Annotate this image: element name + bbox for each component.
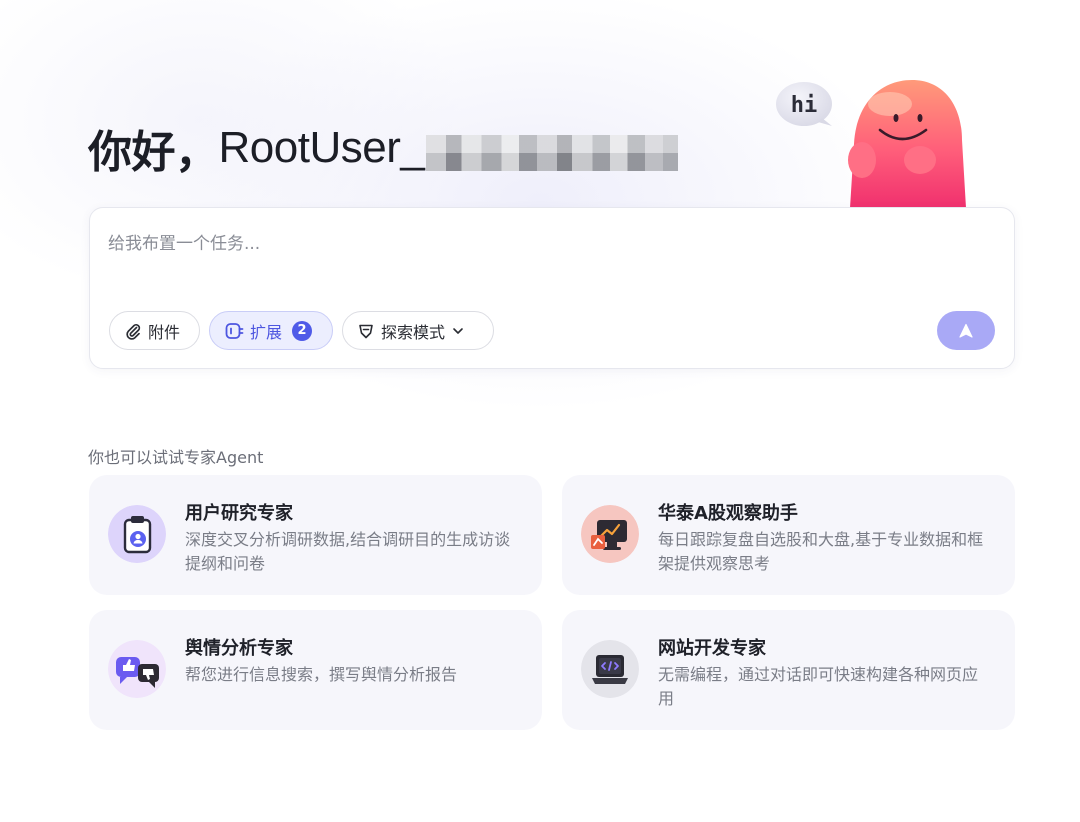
stock-monitor-icon xyxy=(581,505,639,563)
experts-section-title: 你也可以试试专家Agent xyxy=(88,448,264,467)
attach-button[interactable]: 附件 xyxy=(109,311,200,350)
username-redaction xyxy=(426,135,679,171)
send-arrow-icon xyxy=(959,323,973,338)
hi-bubble-text: hi xyxy=(791,93,818,118)
expert-card-user-research[interactable]: 用户研究专家 深度交叉分析调研数据,结合调研目的生成访谈提纲和问卷 xyxy=(89,475,542,595)
extend-count-badge: 2 xyxy=(292,320,313,341)
code-laptop-icon xyxy=(581,640,639,698)
greeting-hello: 你好， xyxy=(88,127,219,178)
thumbs-chat-icon xyxy=(108,640,166,698)
expert-card-a-share-assistant[interactable]: 华泰A股观察助手 每日跟踪复盘自选股和大盘,基于专业数据和框架提供观察思考 xyxy=(562,475,1015,595)
greeting-title: 你好， RootUser_ xyxy=(88,116,679,180)
expert-description: 无需编程，通过对话即可快速构建各种网页应用 xyxy=(658,665,979,708)
paperclip-icon xyxy=(126,323,141,340)
expert-card-sentiment-analysis[interactable]: 舆情分析专家 帮您进行信息搜索，撰写舆情分析报告 xyxy=(89,610,542,730)
expert-name: 舆情分析专家 xyxy=(185,638,293,659)
explore-mode-label: 探索模式 xyxy=(381,322,446,342)
clipboard-user-icon xyxy=(108,505,166,563)
compass-shield-icon xyxy=(359,324,373,338)
expert-card-web-development[interactable]: 网站开发专家 无需编程，通过对话即可快速构建各种网页应用 xyxy=(562,610,1015,730)
expert-description: 每日跟踪复盘自选股和大盘,基于专业数据和框架提供观察思考 xyxy=(658,530,984,573)
extend-label: 扩展 xyxy=(250,322,283,342)
attach-label: 附件 xyxy=(148,322,181,342)
task-input[interactable] xyxy=(108,230,968,258)
explore-mode-dropdown[interactable]: 探索模式 xyxy=(342,311,494,350)
task-composer: 附件 扩展 2 探索模式 xyxy=(89,207,1015,369)
expert-description: 深度交叉分析调研数据,结合调研目的生成访谈提纲和问卷 xyxy=(185,530,511,573)
chevron-down-icon xyxy=(453,327,463,334)
expert-name: 网站开发专家 xyxy=(658,638,766,659)
expert-name: 用户研究专家 xyxy=(185,503,293,524)
hi-bubble-icon: hi xyxy=(776,82,832,126)
greeting-username: RootUser_ xyxy=(218,123,425,172)
send-button[interactable] xyxy=(937,311,995,350)
extend-button[interactable]: 扩展 2 xyxy=(209,311,333,350)
expert-description: 帮您进行信息搜索，撰写舆情分析报告 xyxy=(185,665,458,684)
mascot: hi xyxy=(770,74,980,208)
plugin-icon xyxy=(225,322,244,339)
expert-name: 华泰A股观察助手 xyxy=(658,503,798,524)
